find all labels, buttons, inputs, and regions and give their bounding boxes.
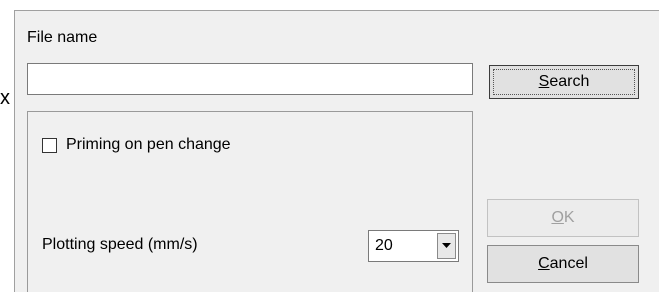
plotting-speed-select[interactable]: 20 xyxy=(368,230,459,262)
cancel-button-mnemonic: C xyxy=(538,255,550,272)
cancel-button-label: ancel xyxy=(549,255,588,272)
priming-label: Priming on pen change xyxy=(66,136,231,153)
search-button[interactable]: Search xyxy=(489,65,639,99)
file-name-input[interactable] xyxy=(27,63,473,95)
file-name-label: File name xyxy=(27,29,98,46)
search-button-mnemonic: S xyxy=(538,73,550,90)
plotting-speed-value: 20 xyxy=(375,237,393,254)
plot-settings-dialog: File name Search Priming on pen change P… xyxy=(14,10,659,292)
options-group: Priming on pen change Plotting speed (mm… xyxy=(27,111,473,292)
priming-checkbox-row[interactable]: Priming on pen change xyxy=(42,136,231,154)
clipped-text: x xyxy=(0,87,10,109)
ok-button-label: K xyxy=(563,209,575,226)
search-button-label: earch xyxy=(549,73,590,90)
priming-checkbox[interactable] xyxy=(42,137,57,153)
dropdown-button[interactable] xyxy=(437,233,456,259)
plotting-speed-label: Plotting speed (mm/s) xyxy=(42,236,198,253)
ok-button[interactable]: OK xyxy=(487,199,639,237)
chevron-down-icon xyxy=(442,243,451,248)
cancel-button[interactable]: Cancel xyxy=(487,245,639,283)
search-button-focus-ring: Search xyxy=(493,69,635,95)
ok-button-mnemonic: O xyxy=(551,209,564,226)
